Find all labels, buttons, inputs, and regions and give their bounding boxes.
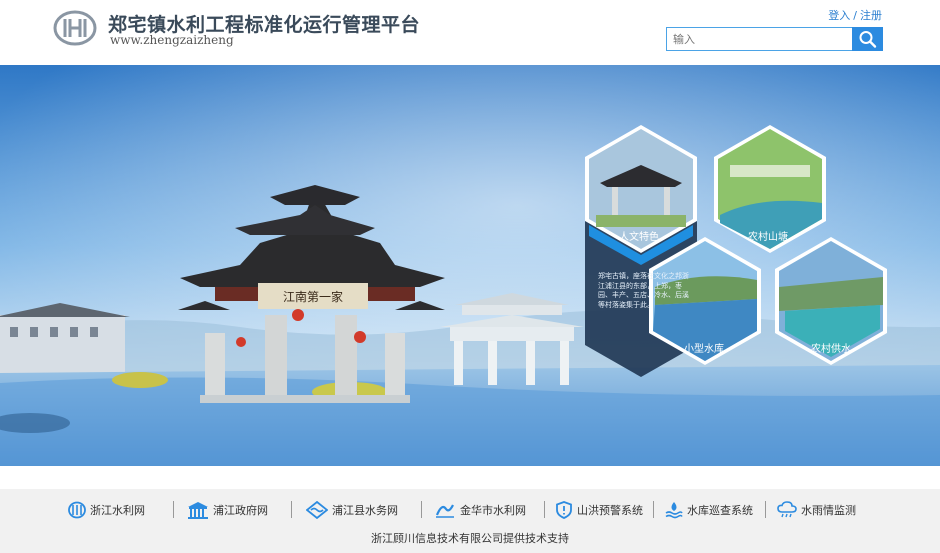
link-label: 浦江县水务网 (332, 504, 398, 517)
government-building-icon (188, 502, 208, 519)
footer-links: 浙江水利网 浦江政府网 浦江县水务网 金华市水利网 山洪预警系统 水库巡查系统 … (0, 489, 940, 533)
tech-support-text: 浙江顾川信息技术有限公司提供技术支持 (371, 532, 569, 545)
search-input[interactable] (666, 27, 858, 51)
link-label: 浙江水利网 (90, 504, 145, 517)
auth-links: 登入 / 注册 (828, 7, 882, 23)
hero-banner: 江南第一家 人文特色 农村山塘 小型水库 农村供水 (0, 65, 940, 466)
footer-divider (544, 501, 545, 518)
footer-divider (653, 501, 654, 518)
link-label: 山洪预警系统 (577, 504, 643, 517)
tile-label-reservoir[interactable]: 小型水库 (684, 340, 724, 355)
search-box (666, 27, 883, 51)
tile-label-water-supply[interactable]: 农村供水 (811, 340, 851, 355)
link-label: 水雨情监测 (801, 504, 856, 517)
arch-plaque: 江南第一家 (283, 289, 343, 304)
login-link[interactable]: 登入 (828, 9, 850, 22)
register-link[interactable]: 注册 (860, 9, 882, 22)
jinhua-water-logo-icon (435, 504, 454, 518)
link-zj-water[interactable]: 浙江水利网 (68, 499, 145, 521)
platform-logo-icon[interactable] (53, 10, 97, 46)
search-button[interactable] (852, 27, 883, 51)
tile-label-heritage[interactable]: 人文特色 (619, 228, 659, 243)
footer-divider (291, 501, 292, 518)
link-reservoir-patrol[interactable]: 水库巡查系统 (665, 499, 753, 521)
link-label: 浦江政府网 (213, 504, 268, 517)
footer: 浙江水利网 浦江政府网 浦江县水务网 金华市水利网 山洪预警系统 水库巡查系统 … (0, 489, 940, 553)
link-pujiang-water-affairs[interactable]: 浦江县水务网 (306, 499, 398, 521)
link-rain-monitoring[interactable]: 水雨情监测 (777, 499, 856, 521)
site-url: www.zhengzaizheng (110, 33, 234, 47)
water-affairs-logo-icon (306, 501, 328, 519)
footer-divider (765, 501, 766, 518)
footer-divider (421, 501, 422, 518)
link-pujiang-gov[interactable]: 浦江政府网 (187, 499, 268, 521)
left-buildings (0, 303, 130, 375)
zj-water-logo-icon (68, 501, 86, 519)
link-label: 水库巡查系统 (687, 504, 753, 517)
auth-separator: / (853, 9, 857, 22)
shield-warning-icon (556, 501, 572, 519)
footer-divider (173, 501, 174, 518)
reservoir-patrol-icon (665, 502, 683, 519)
tile-label-pond[interactable]: 农村山塘 (748, 228, 788, 243)
link-label: 金华市水利网 (460, 504, 526, 517)
link-flood-warning[interactable]: 山洪预警系统 (555, 499, 643, 521)
hero-scene: 江南第一家 (0, 65, 940, 466)
rain-cloud-icon (777, 501, 797, 518)
search-icon (859, 31, 877, 48)
heritage-description: 郑宅古镇，座落在文化之邦浙江浦江县的东部，上郑，枣园、丰产、五店、冷水、后溪等村… (598, 272, 689, 309)
header: 郑宅镇水利工程标准化运行管理平台 www.zhengzaizheng 登入 / 注册 (0, 0, 940, 65)
link-jinhua-water[interactable]: 金华市水利网 (434, 499, 526, 521)
